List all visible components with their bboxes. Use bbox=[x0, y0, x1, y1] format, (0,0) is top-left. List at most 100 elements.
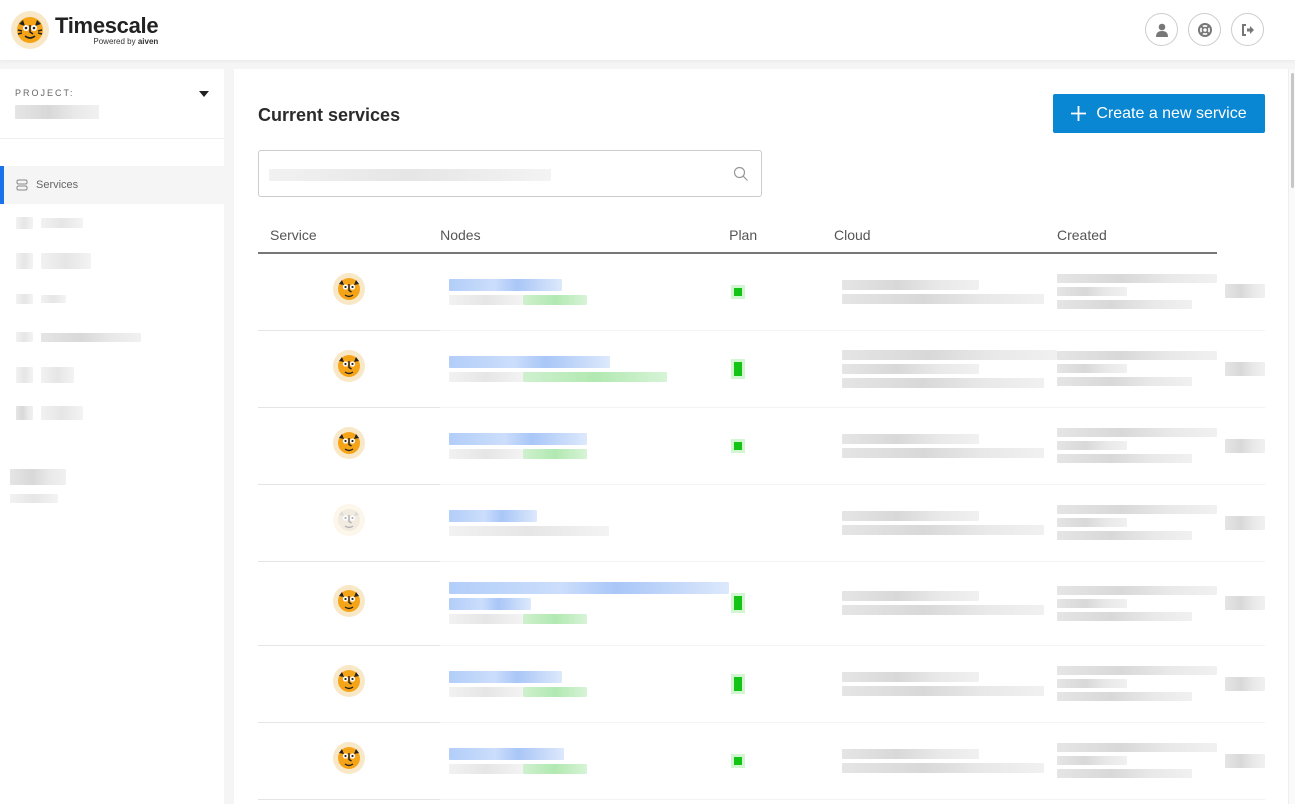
service-cell[interactable] bbox=[440, 407, 730, 485]
plan-redacted bbox=[841, 433, 979, 444]
plan-cell bbox=[833, 722, 1057, 800]
search-icon[interactable] bbox=[733, 166, 749, 182]
created-redacted bbox=[1225, 438, 1265, 453]
service-type-redacted bbox=[449, 686, 524, 697]
timescale-logo[interactable]: Timescale Powered by aiven bbox=[11, 11, 159, 49]
cloud-redacted bbox=[1057, 692, 1192, 701]
service-status-badge bbox=[523, 614, 588, 624]
service-name-redacted[interactable] bbox=[449, 670, 563, 683]
create-button-label: Create a new service bbox=[1096, 104, 1247, 122]
nav-label-redacted bbox=[41, 295, 66, 303]
cloud-cell bbox=[1057, 484, 1217, 562]
service-name-redacted[interactable] bbox=[449, 598, 532, 610]
tiger-service-icon bbox=[333, 742, 366, 778]
project-label: PROJECT: bbox=[15, 88, 75, 98]
table-row[interactable] bbox=[258, 722, 1265, 800]
column-header-cloud[interactable]: Cloud bbox=[833, 223, 1057, 254]
caret-down-icon[interactable] bbox=[199, 91, 209, 97]
node-status-indicator bbox=[734, 287, 743, 296]
table-row[interactable] bbox=[258, 330, 1265, 408]
created-cell bbox=[1217, 722, 1265, 800]
user-name-redacted bbox=[10, 469, 66, 485]
tiger-service-icon bbox=[333, 427, 366, 463]
sidebar-item-redacted-3[interactable] bbox=[0, 280, 224, 318]
cloud-redacted bbox=[1057, 743, 1217, 752]
plan-redacted bbox=[841, 762, 1044, 773]
project-name-redacted bbox=[15, 105, 99, 119]
service-status-badge bbox=[523, 448, 588, 459]
cloud-redacted bbox=[1057, 428, 1217, 437]
plan-redacted bbox=[841, 447, 1044, 458]
sidebar: PROJECT: Services bbox=[0, 69, 224, 804]
table-row[interactable] bbox=[258, 253, 1265, 331]
sidebar-item-redacted-4[interactable] bbox=[0, 318, 224, 356]
service-cell[interactable] bbox=[440, 484, 730, 562]
cloud-cell bbox=[1057, 722, 1217, 800]
sidebar-item-redacted-6[interactable] bbox=[0, 394, 224, 432]
nodes-cell bbox=[729, 722, 834, 800]
cloud-cell bbox=[1057, 407, 1217, 485]
created-cell bbox=[1217, 407, 1265, 485]
created-cell bbox=[1217, 330, 1265, 408]
sidebar-item-redacted-2[interactable] bbox=[0, 242, 224, 280]
service-cell[interactable] bbox=[440, 253, 730, 331]
sidebar-item-redacted-1[interactable] bbox=[0, 204, 224, 242]
service-icon-cell bbox=[258, 253, 441, 331]
plan-redacted bbox=[841, 349, 1057, 360]
plan-cell bbox=[833, 561, 1057, 646]
service-name-redacted[interactable] bbox=[449, 582, 730, 594]
nodes-cell bbox=[729, 253, 834, 331]
service-cell[interactable] bbox=[440, 330, 730, 408]
service-name-redacted[interactable] bbox=[449, 355, 611, 368]
cloud-redacted bbox=[1057, 364, 1127, 373]
main-content: Current services Create a new service Se… bbox=[234, 69, 1288, 804]
service-search[interactable] bbox=[258, 150, 762, 197]
table-row[interactable] bbox=[258, 407, 1265, 485]
service-type-redacted bbox=[449, 371, 524, 382]
service-cell[interactable] bbox=[440, 722, 730, 800]
cloud-redacted bbox=[1057, 679, 1127, 688]
column-header-created[interactable]: Created bbox=[1057, 223, 1217, 254]
service-name-redacted[interactable] bbox=[449, 432, 588, 445]
service-status-badge bbox=[523, 686, 588, 697]
support-button[interactable] bbox=[1188, 13, 1221, 46]
tiger-logo-icon bbox=[11, 11, 49, 49]
tiger-service-icon bbox=[333, 273, 366, 309]
plan-redacted bbox=[841, 748, 979, 759]
page-title: Current services bbox=[258, 105, 401, 125]
nodes-cell bbox=[729, 330, 834, 408]
column-header-nodes[interactable]: Nodes bbox=[440, 223, 730, 254]
service-cell[interactable] bbox=[440, 561, 730, 646]
table-row[interactable] bbox=[258, 561, 1265, 646]
logout-button[interactable] bbox=[1231, 13, 1264, 46]
node-status-indicator bbox=[734, 756, 743, 765]
cloud-redacted bbox=[1057, 666, 1217, 675]
column-header-service[interactable]: Service bbox=[258, 223, 441, 254]
tiger-service-icon bbox=[333, 350, 366, 386]
service-name-redacted[interactable] bbox=[449, 747, 565, 760]
scroll-thumb[interactable] bbox=[1291, 73, 1294, 188]
cloud-redacted bbox=[1057, 454, 1192, 463]
cloud-redacted bbox=[1057, 377, 1192, 386]
created-redacted bbox=[1225, 596, 1265, 610]
service-icon-cell bbox=[258, 561, 441, 646]
user-profile-button[interactable] bbox=[1145, 13, 1178, 46]
service-icon-cell bbox=[258, 645, 441, 723]
search-placeholder-redacted bbox=[269, 169, 551, 181]
service-cell[interactable] bbox=[440, 645, 730, 723]
services-icon bbox=[16, 179, 28, 191]
service-name-redacted[interactable] bbox=[449, 278, 563, 291]
table-row[interactable] bbox=[258, 484, 1265, 562]
sidebar-item-services[interactable]: Services bbox=[0, 166, 224, 204]
nav-icon-redacted bbox=[16, 294, 33, 304]
service-icon-cell bbox=[258, 407, 441, 485]
sidebar-item-redacted-5[interactable] bbox=[0, 356, 224, 394]
table-row[interactable] bbox=[258, 645, 1265, 723]
column-header-plan[interactable]: Plan bbox=[729, 223, 834, 254]
create-new-service-button[interactable]: Create a new service bbox=[1053, 94, 1265, 133]
project-selector[interactable]: PROJECT: bbox=[0, 69, 224, 139]
service-name-redacted[interactable] bbox=[449, 509, 538, 522]
page-scrollbar[interactable] bbox=[1288, 69, 1295, 804]
plan-cell bbox=[833, 253, 1057, 331]
sidebar-nav: Services bbox=[0, 166, 224, 432]
